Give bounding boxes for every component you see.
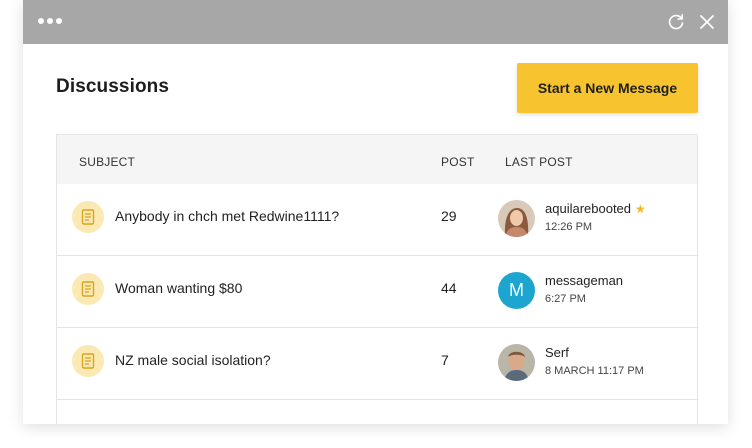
post-count: 7: [441, 352, 449, 368]
column-header-last-post[interactable]: LAST POST: [505, 155, 573, 169]
document-icon: [72, 201, 104, 233]
discussion-subject-link[interactable]: NZ male social isolation?: [115, 352, 271, 368]
star-icon: ★: [635, 202, 646, 216]
last-post-username[interactable]: aquilarebooted: [545, 201, 631, 216]
close-icon[interactable]: [697, 12, 717, 32]
app-window: Discussions Start a New Message SUBJECT …: [23, 0, 728, 424]
last-post-time: 12:26 PM: [545, 221, 593, 233]
avatar[interactable]: [498, 200, 535, 237]
post-count: 44: [441, 280, 457, 296]
discussion-subject-link[interactable]: Anybody in chch met Redwine1111?: [115, 208, 339, 224]
menu-dots-icon[interactable]: [38, 18, 62, 24]
avatar[interactable]: M: [498, 272, 535, 309]
table-row[interactable]: Anybody in chch met Redwine1111? 29 aqui…: [57, 184, 697, 256]
table-row[interactable]: NZ male social isolation? 7 Serf 8 MARCH…: [57, 328, 697, 400]
avatar-letter: M: [509, 280, 524, 300]
column-header-subject[interactable]: SUBJECT: [79, 155, 135, 169]
document-icon: [72, 273, 104, 305]
last-post-username[interactable]: Serf: [545, 345, 569, 360]
last-post-time: 6:27 PM: [545, 293, 586, 305]
last-post-time: 8 MARCH 11:17 PM: [545, 365, 644, 377]
last-post-user[interactable]: aquilarebooted ★: [545, 201, 646, 216]
refresh-icon[interactable]: [666, 12, 686, 32]
start-new-message-button[interactable]: Start a New Message: [517, 63, 698, 113]
page-title: Discussions: [56, 76, 170, 97]
discussions-table: SUBJECT POST LAST POST Anybody in chch m…: [56, 134, 698, 424]
discussion-subject-link[interactable]: Woman wanting $80: [115, 280, 242, 296]
last-post-username[interactable]: messageman: [545, 273, 623, 288]
document-icon: [72, 345, 104, 377]
table-row[interactable]: Woman wanting $80 44 M messageman 6:27 P…: [57, 256, 697, 328]
title-bar: [23, 0, 728, 44]
post-count: 29: [441, 208, 457, 224]
table-header: SUBJECT POST LAST POST: [57, 135, 697, 184]
avatar[interactable]: [498, 344, 535, 381]
column-header-post[interactable]: POST: [441, 155, 474, 169]
